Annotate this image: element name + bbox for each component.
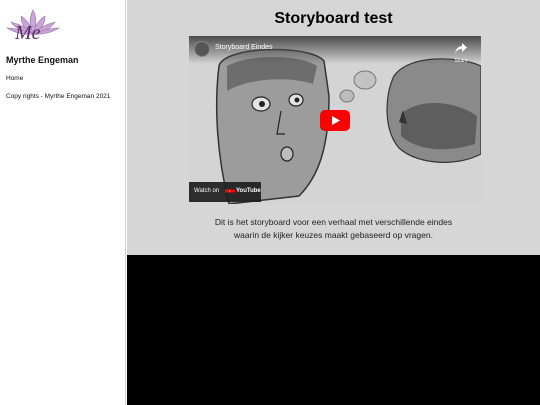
site-logo[interactable]: Me [5, 6, 61, 46]
nav-link-home[interactable]: Home [6, 75, 23, 82]
copyright-text: Copy rights - Myrthe Engeman 2021 [6, 93, 111, 100]
play-button[interactable] [320, 110, 350, 131]
channel-avatar[interactable] [194, 41, 210, 57]
watch-on-youtube-button[interactable]: Watch on YouTube [189, 182, 261, 202]
black-panel [127, 255, 540, 405]
description: Dit is het storyboard voor een verhaal m… [167, 216, 500, 242]
video-title[interactable]: Storyboard Eindes [215, 44, 273, 51]
share-label: Share [454, 58, 468, 64]
page-title: Storyboard test [274, 10, 393, 27]
youtube-logo-icon [225, 189, 235, 193]
site-name: Myrthe Engeman [6, 55, 79, 65]
description-line-1: Dit is het storyboard voor een verhaal m… [214, 217, 453, 227]
youtube-embed[interactable]: Storyboard Eindes Share Watch on YouTube [189, 36, 481, 204]
description-line-2: waarin de kijker keuzes maakt gebaseerd … [234, 230, 433, 240]
content-section: Storyboard test Storyboard Eindes Share … [127, 0, 540, 255]
share-button[interactable]: Share [451, 40, 471, 64]
share-icon [455, 43, 467, 53]
sidebar: Me Myrthe Engeman Home Copy rights - Myr… [0, 0, 126, 405]
logo-monogram: Me [14, 22, 41, 44]
youtube-label: YouTube [236, 188, 261, 194]
watch-on-label: Watch on [194, 188, 220, 194]
